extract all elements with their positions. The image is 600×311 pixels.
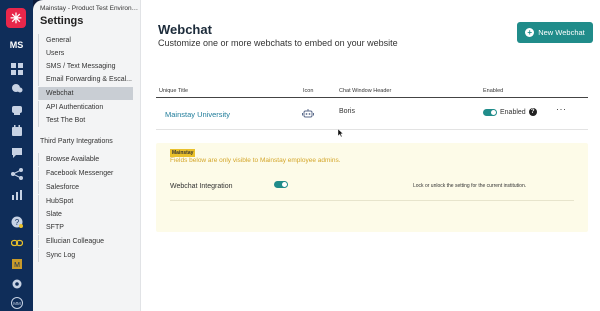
messages-icon[interactable] — [10, 147, 23, 158]
svg-text:MM: MM — [13, 301, 21, 306]
main-content: Webchat Customize one or more webchats t… — [141, 0, 600, 311]
sidebar-item-slate[interactable]: Slate — [38, 208, 133, 221]
calendar-icon[interactable] — [10, 124, 23, 136]
webchat-integration-toggle[interactable] — [274, 181, 288, 188]
mainstay-tag: Mainstay — [170, 149, 196, 157]
sidebar-item-email-forwarding[interactable]: Email Forwarding & Escal... — [38, 73, 133, 86]
robot-icon — [302, 107, 314, 119]
share-icon[interactable] — [10, 167, 23, 180]
svg-text:M: M — [14, 262, 20, 269]
reports-icon[interactable] — [10, 189, 23, 200]
sidebar-item-hubspot[interactable]: HubSpot — [38, 195, 133, 208]
column-icon: Icon — [303, 88, 314, 94]
mainstay-badge-icon[interactable]: M — [10, 258, 23, 269]
help-icon[interactable]: ? — [10, 216, 23, 228]
star-logo-icon[interactable]: ✳ — [6, 8, 26, 28]
new-webchat-button[interactable]: + New Webchat — [517, 22, 593, 43]
sidebar-item-sftp[interactable]: SFTP — [38, 221, 133, 234]
help-icon[interactable]: ? — [528, 108, 537, 116]
third-party-section-title: Third Party Integrations — [40, 138, 113, 145]
table-header: Unique Title Icon Chat Window Header Ena… — [156, 86, 588, 98]
table-row[interactable]: Mainstay University Boris Enabled ? ··· — [156, 98, 588, 130]
sidebar-item-sync-log[interactable]: Sync Log — [38, 249, 133, 262]
column-enabled: Enabled — [483, 88, 504, 94]
sidebar-item-webchat[interactable]: Webchat — [38, 87, 133, 100]
sidebar-item-browse-available[interactable]: Browse Available — [38, 153, 133, 166]
avatar-icon[interactable]: MM — [10, 296, 23, 309]
admin-panel: Mainstay Fields below are only visible t… — [156, 143, 588, 232]
webchat-integration-label: Webchat Integration — [170, 183, 233, 190]
page-title: Settings — [40, 15, 84, 27]
chat-bot-icon[interactable] — [10, 104, 23, 115]
sidebar-item-facebook-messenger[interactable]: Facebook Messenger — [38, 167, 133, 180]
divider — [170, 200, 574, 201]
contacts-icon[interactable] — [10, 83, 23, 94]
app-frame: ✳ MS ? M MM Mainstay - Product Test Envi… — [0, 0, 600, 311]
sidebar-item-ellucian-colleague[interactable]: Ellucian Colleague — [38, 235, 133, 248]
column-chat-window-header: Chat Window Header — [339, 88, 392, 94]
plus-icon: + — [525, 28, 535, 37]
dashboard-icon[interactable] — [10, 62, 23, 75]
admin-warning: Fields below are only visible to Mainsta… — [170, 157, 341, 164]
webchat-integration-description: Lock or unlock the setting for the curre… — [413, 183, 527, 189]
breadcrumb[interactable]: Mainstay - Product Test Environm... — [40, 5, 140, 12]
sidebar-item-salesforce[interactable]: Salesforce — [38, 181, 133, 194]
sidebar-item-sms[interactable]: SMS / Text Messaging — [38, 60, 133, 73]
enabled-cell: Enabled ? — [483, 108, 537, 116]
sidebar-item-general[interactable]: General — [38, 34, 133, 47]
sidebar-item-test-the-bot[interactable]: Test The Bot — [38, 114, 133, 127]
org-initials[interactable]: MS — [0, 40, 33, 50]
webchat-subheading: Customize one or more webchats to embed … — [158, 38, 398, 48]
webchat-heading: Webchat — [158, 22, 212, 37]
chat-window-header-value: Boris — [339, 108, 355, 115]
enabled-toggle[interactable] — [483, 108, 497, 116]
gear-icon[interactable] — [10, 278, 23, 289]
more-options-icon[interactable]: ··· — [556, 104, 567, 114]
link-icon[interactable] — [10, 237, 23, 248]
webchat-title-link[interactable]: Mainstay University — [165, 110, 230, 119]
enabled-label: Enabled — [500, 108, 526, 116]
sidebar-item-users[interactable]: Users — [38, 47, 133, 60]
mouse-cursor-icon — [338, 129, 343, 137]
new-webchat-label: New Webchat — [538, 28, 585, 37]
settings-sidebar: Mainstay - Product Test Environm... Sett… — [33, 0, 141, 311]
svg-text:?: ? — [14, 218, 19, 227]
icon-rail: ✳ MS ? M MM — [0, 0, 33, 311]
sidebar-item-api-authentication[interactable]: API Authentication — [38, 101, 133, 114]
column-unique-title: Unique Title — [159, 88, 189, 94]
